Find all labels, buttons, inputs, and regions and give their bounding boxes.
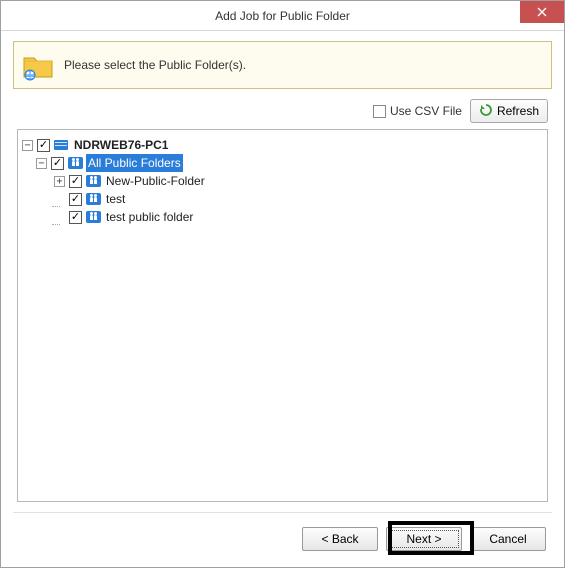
collapse-icon[interactable]: − [36, 158, 47, 169]
tree-connector [54, 212, 65, 223]
prompt-panel: Please select the Public Folder(s). [13, 41, 552, 89]
tree-node-root[interactable]: − NDRWEB76-PC1 [22, 136, 543, 154]
window-title: Add Job for Public Folder [1, 9, 564, 23]
tree-node-label: All Public Folders [86, 154, 183, 172]
titlebar: Add Job for Public Folder [1, 1, 564, 31]
close-button[interactable] [520, 1, 564, 23]
refresh-label: Refresh [497, 104, 539, 118]
wizard-buttons: < Back Next > Cancel [1, 513, 564, 567]
back-button[interactable]: < Back [302, 527, 378, 551]
dialog-window: Add Job for Public Folder Please select … [0, 0, 565, 568]
collapse-icon[interactable]: − [22, 140, 33, 151]
refresh-button[interactable]: Refresh [470, 99, 548, 123]
tree-node-label: test [104, 190, 127, 208]
expand-icon[interactable]: + [54, 176, 65, 187]
tree-node-child[interactable]: + New-Public-Folder [22, 172, 543, 190]
use-csv-checkbox[interactable]: Use CSV File [373, 104, 462, 118]
public-folder-icon [22, 49, 54, 81]
checkbox[interactable] [69, 175, 82, 188]
tree-node-child[interactable]: test public folder [22, 208, 543, 226]
checkbox[interactable] [69, 193, 82, 206]
people-icon [85, 174, 101, 188]
next-button[interactable]: Next > [386, 527, 462, 551]
dialog-content: Please select the Public Folder(s). Use … [1, 31, 564, 512]
tree-connector [54, 194, 65, 205]
tree-node-label: test public folder [104, 208, 195, 226]
server-icon [53, 138, 69, 152]
use-csv-label: Use CSV File [390, 104, 462, 118]
checkbox[interactable] [69, 211, 82, 224]
toolbar: Use CSV File Refresh [13, 99, 548, 123]
checkbox[interactable] [51, 157, 64, 170]
tree-node-label: NDRWEB76-PC1 [72, 136, 170, 154]
people-icon [85, 210, 101, 224]
cancel-button[interactable]: Cancel [470, 527, 546, 551]
tree-node-all-public[interactable]: − All Public Folders [22, 154, 543, 172]
tree-node-child[interactable]: test [22, 190, 543, 208]
checkbox-icon [373, 105, 386, 118]
people-icon [85, 192, 101, 206]
refresh-icon [479, 103, 493, 120]
people-icon [67, 156, 83, 170]
folder-tree[interactable]: − NDRWEB76-PC1 − All Public Folders + [17, 129, 548, 502]
prompt-text: Please select the Public Folder(s). [64, 58, 246, 72]
checkbox[interactable] [37, 139, 50, 152]
tree-node-label: New-Public-Folder [104, 172, 207, 190]
